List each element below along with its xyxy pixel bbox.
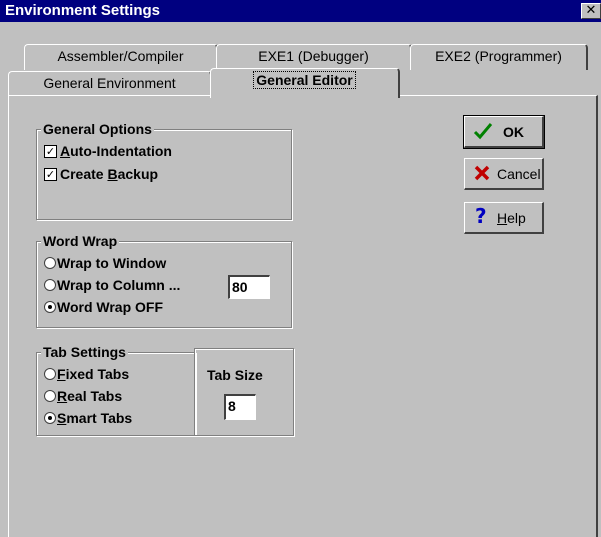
- tab-panel: General Options ✓ Auto-Indentation ✓ Cre…: [8, 95, 598, 537]
- real-tabs-label[interactable]: Real Tabs: [57, 387, 122, 405]
- tab-size-input[interactable]: 8: [224, 394, 256, 420]
- tab-assembler-compiler[interactable]: Assembler/Compiler: [24, 44, 218, 70]
- help-label: Help: [497, 209, 526, 227]
- wrap-to-window-label[interactable]: Wrap to Window: [57, 254, 166, 272]
- wrap-column-input[interactable]: 80: [228, 275, 270, 299]
- question-icon: ?: [475, 204, 487, 228]
- label-underlined: R: [57, 388, 68, 404]
- ok-label: OK: [503, 124, 524, 140]
- create-backup-label[interactable]: Create Backup: [60, 165, 158, 183]
- label-rest: ackup: [117, 166, 159, 182]
- ok-button[interactable]: OK: [463, 115, 545, 149]
- smart-tabs-radio[interactable]: [44, 412, 56, 424]
- tab-exe1-debugger[interactable]: EXE1 (Debugger): [216, 44, 412, 70]
- window-title: Environment Settings: [5, 2, 161, 19]
- label-underlined: A: [60, 143, 71, 159]
- cancel-label: Cancel: [497, 166, 541, 182]
- dialog-window: Environment Settings ✕ Assembler/Compile…: [0, 0, 601, 537]
- tab-general-environment[interactable]: General Environment: [8, 71, 212, 97]
- wrap-to-window-radio[interactable]: [44, 257, 56, 269]
- label-rest: mart Tabs: [66, 410, 133, 426]
- x-icon: [474, 165, 490, 181]
- tab-label: EXE2 (Programmer): [435, 48, 562, 64]
- word-wrap-off-label[interactable]: Word Wrap OFF: [57, 298, 163, 316]
- label-rest: ixed Tabs: [65, 366, 130, 382]
- tab-exe2-programmer[interactable]: EXE2 (Programmer): [410, 44, 588, 70]
- cancel-button[interactable]: Cancel: [464, 158, 544, 190]
- close-button[interactable]: ✕: [581, 3, 601, 19]
- fixed-tabs-radio[interactable]: [44, 368, 56, 380]
- tab-settings-title: Tab Settings: [41, 344, 128, 360]
- tab-size-group: [194, 348, 294, 436]
- wrap-to-column-label[interactable]: Wrap to Column ...: [57, 276, 180, 294]
- smart-tabs-label[interactable]: Smart Tabs: [57, 409, 132, 427]
- tab-size-label: Tab Size: [207, 367, 263, 383]
- help-button[interactable]: ? Help: [464, 202, 544, 234]
- fixed-tabs-label[interactable]: Fixed Tabs: [57, 365, 129, 383]
- checkmark-icon: [473, 123, 493, 140]
- label-rest: uto-Indentation: [70, 143, 172, 159]
- auto-indent-label[interactable]: Auto-Indentation: [60, 142, 172, 160]
- tab-label: EXE1 (Debugger): [258, 48, 369, 64]
- wrap-to-column-radio[interactable]: [44, 279, 56, 291]
- word-wrap-title: Word Wrap: [41, 233, 120, 249]
- label-rest: elp: [507, 210, 526, 226]
- label-pre: Create: [60, 166, 108, 182]
- tab-label: General Editor: [253, 71, 356, 89]
- general-options-title: General Options: [41, 121, 154, 137]
- label-underlined: F: [57, 366, 66, 382]
- title-bar[interactable]: Environment Settings ✕: [0, 0, 601, 22]
- auto-indent-checkbox[interactable]: ✓: [44, 145, 57, 158]
- tab-label: Assembler/Compiler: [57, 48, 184, 64]
- label-rest: eal Tabs: [67, 388, 123, 404]
- tab-label: General Environment: [43, 75, 176, 91]
- create-backup-checkbox[interactable]: ✓: [44, 168, 57, 181]
- label-underlined: B: [107, 166, 118, 182]
- label-underlined: S: [57, 410, 67, 426]
- word-wrap-off-radio[interactable]: [44, 301, 56, 313]
- label-underlined: H: [497, 210, 508, 226]
- real-tabs-radio[interactable]: [44, 390, 56, 402]
- tab-general-editor[interactable]: General Editor: [210, 68, 400, 98]
